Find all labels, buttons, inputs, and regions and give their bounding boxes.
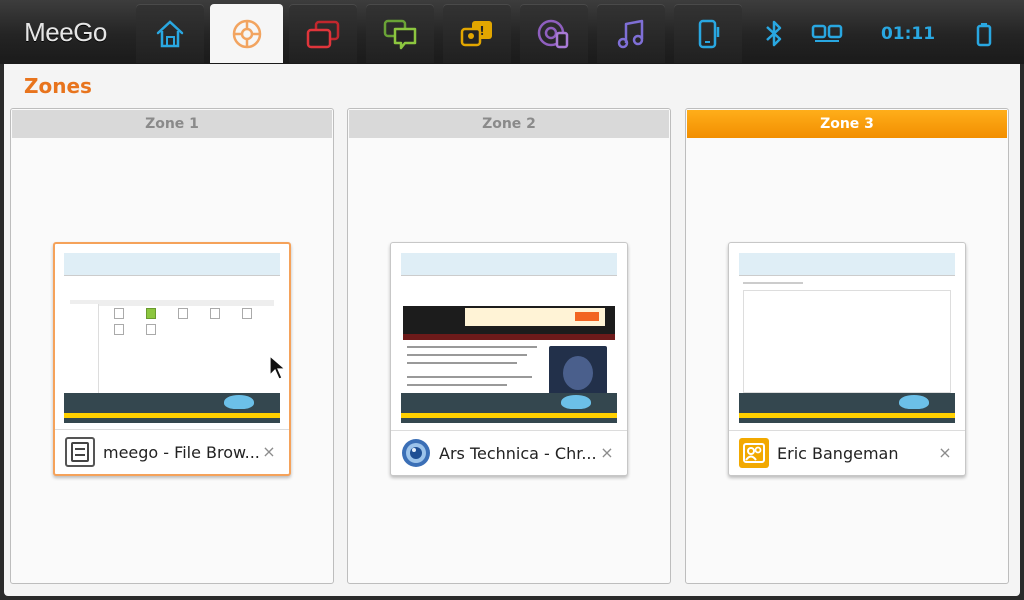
zone-2[interactable]: Zone 2 Ars Technica - Chr... ×: [347, 108, 671, 584]
thumbnail-text-line: [407, 354, 527, 356]
zone-3[interactable]: Zone 3 Eric Bangeman ×: [685, 108, 1009, 584]
applications-icon: [306, 20, 340, 48]
close-window-button[interactable]: ×: [599, 445, 615, 461]
internet-icon: [537, 19, 569, 48]
toolbar-media-button[interactable]: [597, 4, 665, 63]
window-card-footer: Ars Technica - Chr... ×: [391, 430, 627, 475]
toolbar-people-button[interactable]: !: [443, 4, 511, 63]
battery-icon: [976, 22, 992, 46]
thumbnail-bird: [899, 395, 929, 409]
thumbnail-text-line: [407, 376, 532, 378]
thumbnail-sidebar: [70, 304, 99, 396]
thumbnail-panel: [64, 393, 280, 423]
thumbnail-file-icon: [146, 324, 156, 335]
thumbnail-file-icon: [178, 308, 188, 319]
window-card-footer: Eric Bangeman ×: [729, 430, 965, 475]
thumbnail-stripe: [64, 413, 280, 418]
zone-header[interactable]: Zone 1: [12, 110, 332, 138]
thumbnail-window: [401, 275, 617, 412]
zone-1[interactable]: Zone 1 meego - File Brow... ×: [10, 108, 334, 584]
thumbnail-text-line: [407, 346, 537, 348]
thumbnail-panel: [739, 393, 955, 423]
toolbar-applications-button[interactable]: [289, 4, 357, 63]
home-icon: [156, 19, 184, 47]
thumbnail-text-line: [743, 282, 803, 284]
toolbar-clock[interactable]: 01:11: [858, 4, 958, 63]
window-card-footer: meego - File Brow... ×: [55, 429, 289, 474]
network-icon: [811, 24, 843, 42]
status-icon: [383, 19, 417, 49]
toolbar-status-button[interactable]: [366, 4, 434, 63]
window-thumbnail[interactable]: [401, 253, 617, 423]
thumbnail-window: [64, 275, 280, 401]
zone-header[interactable]: Zone 3: [687, 110, 1007, 138]
thumbnail-ad-banner: [465, 308, 605, 326]
close-window-button[interactable]: ×: [937, 445, 953, 461]
mouse-cursor-icon: [269, 355, 287, 380]
toolbar-bluetooth-button[interactable]: [751, 4, 797, 63]
top-toolbar: MeeGo ! 01:11: [0, 0, 1024, 64]
meego-logo: MeeGo: [0, 0, 131, 64]
thumbnail-toolbar: [70, 300, 274, 306]
window-title: Eric Bangeman: [777, 443, 899, 463]
thumbnail-file-icon: [210, 308, 220, 319]
zone-header[interactable]: Zone 2: [349, 110, 669, 138]
thumbnail-folder-icon: [146, 308, 156, 319]
zones-icon: [232, 19, 261, 48]
window-card[interactable]: Eric Bangeman ×: [728, 242, 966, 476]
thumbnail-text-line: [407, 362, 517, 364]
window-thumbnail[interactable]: [64, 253, 280, 423]
thumbnail-file-icon: [242, 308, 252, 319]
chromium-icon: [401, 438, 431, 468]
toolbar-network-button[interactable]: [804, 4, 850, 63]
window-card[interactable]: meego - File Brow... ×: [53, 242, 291, 476]
devices-icon: [698, 19, 720, 48]
thumbnail-bird: [561, 395, 591, 409]
window-thumbnail[interactable]: [739, 253, 955, 423]
brand-label: MeeGo: [24, 16, 107, 47]
thumbnail-stripe: [401, 413, 617, 418]
toolbar-internet-button[interactable]: [520, 4, 588, 63]
thumbnail-content-area: [743, 290, 951, 393]
thumbnail-file-icon: [114, 308, 124, 319]
clock-label: 01:11: [880, 23, 936, 44]
thumbnail-panel: [401, 393, 617, 423]
thumbnail-bird: [224, 395, 254, 409]
contact-icon: [739, 438, 769, 468]
file-browser-icon: [65, 437, 95, 467]
toolbar-battery-button[interactable]: [962, 4, 1006, 63]
toolbar-devices-button[interactable]: [674, 4, 742, 63]
music-icon: [617, 19, 644, 48]
thumbnail-stripe: [739, 413, 955, 418]
thumbnail-window: [739, 275, 955, 401]
thumbnail-text-line: [407, 384, 507, 386]
toolbar-home-button[interactable]: [136, 4, 204, 63]
thumbnail-site-header: [403, 306, 615, 334]
bluetooth-icon: [766, 20, 782, 46]
window-title: Ars Technica - Chr...: [439, 443, 597, 463]
thumbnail-site-nav: [403, 334, 615, 340]
people-icon: !: [460, 20, 492, 46]
window-title: meego - File Brow...: [103, 442, 260, 462]
toolbar-zones-button[interactable]: [210, 4, 283, 63]
window-card[interactable]: Ars Technica - Chr... ×: [390, 242, 628, 476]
zones-panel: Zones Zone 1 meego - File Brow... × Zone…: [4, 64, 1020, 596]
close-window-button[interactable]: ×: [261, 444, 277, 460]
page-title: Zones: [24, 74, 92, 98]
thumbnail-file-icon: [114, 324, 124, 335]
